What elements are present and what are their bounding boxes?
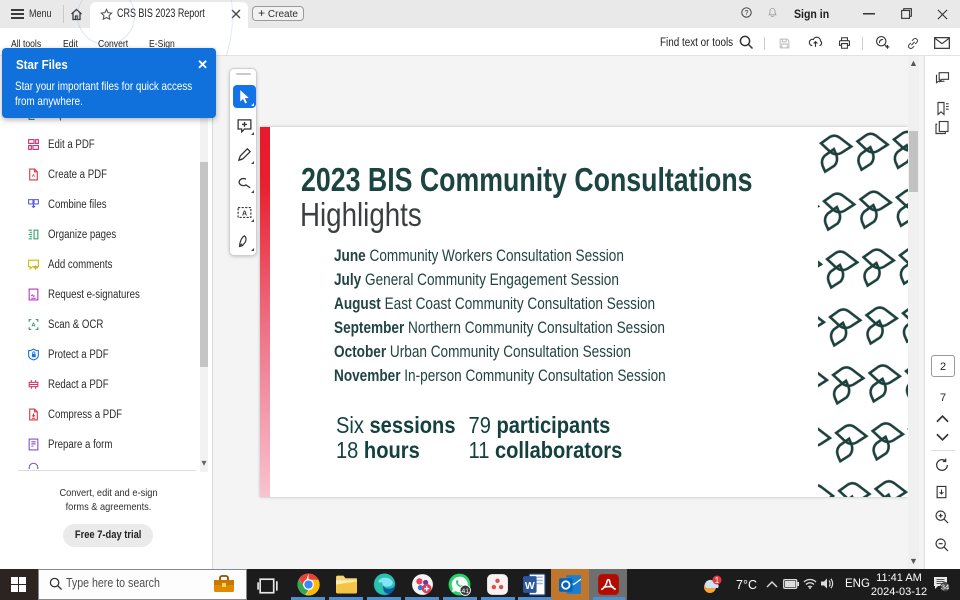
svg-text:1: 1: [715, 576, 720, 585]
svg-text:41: 41: [461, 588, 469, 595]
svg-text:W: W: [525, 581, 535, 592]
svg-text:A: A: [241, 209, 246, 217]
svg-text:A: A: [32, 173, 36, 178]
svg-text:A: A: [32, 323, 36, 329]
svg-text:?: ?: [745, 10, 749, 17]
svg-text:34: 34: [941, 583, 949, 592]
